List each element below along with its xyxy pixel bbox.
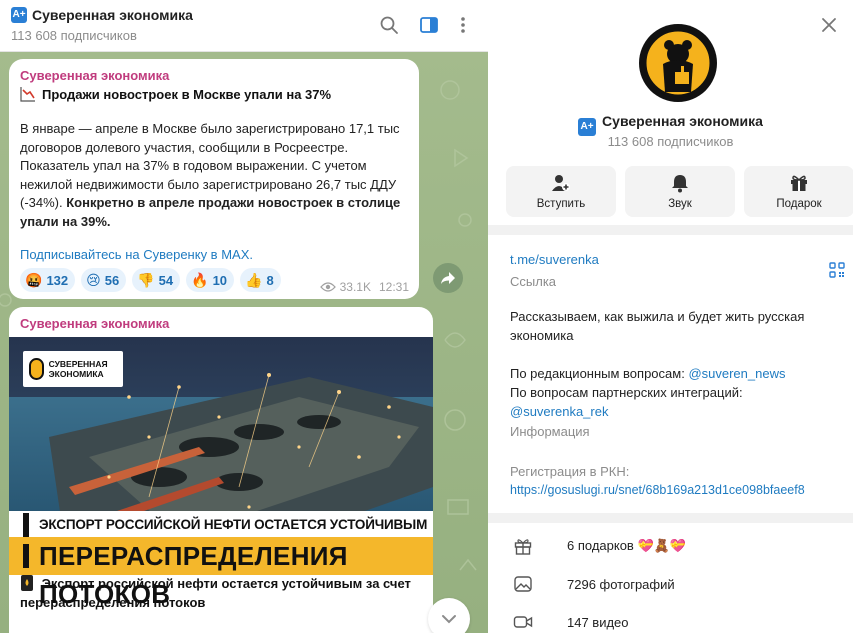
- image-channel-tag: СУВЕРЕННАЯ ЭКОНОМИКА: [23, 351, 123, 387]
- info-label: Информация: [510, 424, 590, 439]
- search-icon: [380, 16, 398, 34]
- channel-name: A+ Суверенная экономика: [488, 113, 853, 136]
- section-divider: [488, 225, 853, 235]
- banner-marker: [23, 544, 29, 568]
- rkn-link[interactable]: https://gosuslugi.ru/snet/68b169a213d1ce…: [510, 483, 805, 497]
- reaction-count: 54: [158, 272, 174, 288]
- more-vertical-icon: [461, 17, 465, 33]
- oil-barrel-icon: [21, 575, 33, 591]
- sound-button[interactable]: Звук: [625, 166, 735, 217]
- qr-code-icon: [829, 262, 845, 278]
- subscriber-count: 113 608 подписчиков: [11, 28, 137, 43]
- videos-row[interactable]: 147 видео: [513, 612, 629, 632]
- message-body: В январе — апреле в Москве было зарегист…: [20, 120, 412, 231]
- close-icon: [822, 18, 836, 32]
- reaction-chip[interactable]: 👎 54: [132, 268, 181, 292]
- channel-title[interactable]: Суверенная экономика: [32, 7, 193, 23]
- photos-count: 7296 фотографий: [567, 576, 675, 592]
- reaction-emoji: 👎: [137, 272, 155, 288]
- message-bubble[interactable]: Суверенная экономика Продажи новостроек …: [9, 59, 419, 299]
- channel-actions: Вступить Звук Подарок: [506, 166, 853, 217]
- channel-link[interactable]: t.me/suverenka: [510, 252, 599, 267]
- scroll-down-button[interactable]: [428, 598, 470, 633]
- gift-icon: [514, 539, 532, 555]
- message-author[interactable]: Суверенная экономика: [20, 68, 169, 83]
- reaction-count: 56: [104, 272, 120, 288]
- gift-button[interactable]: Подарок: [744, 166, 853, 217]
- image-banner-top: ЭКСПОРТ РОССИЙСКОЙ НЕФТИ ОСТАЕТСЯ УСТОЙЧ…: [9, 511, 433, 560]
- add-user-icon: [552, 175, 570, 191]
- sound-label: Звук: [668, 198, 692, 210]
- reaction-chip[interactable]: 👍 8: [240, 268, 281, 292]
- description-text: Рассказываем, как выжила и будет жить ру…: [510, 309, 805, 343]
- partner-handle-link[interactable]: @suverenka_rek: [510, 404, 608, 419]
- reaction-chip[interactable]: 😢 56: [81, 268, 127, 292]
- gift-icon: [791, 175, 807, 191]
- reaction-count: 132: [46, 272, 69, 288]
- message-meta: 33.1K 12:31: [319, 280, 409, 294]
- channel-name-text: Суверенная экономика: [602, 113, 763, 129]
- videos-count: 147 видео: [567, 614, 629, 630]
- reaction-chip[interactable]: 🤬 132: [20, 268, 76, 292]
- reaction-count: 8: [266, 272, 274, 288]
- chart-down-icon: [20, 86, 36, 102]
- reaction-emoji: 🤬: [25, 272, 43, 288]
- section-divider: [488, 513, 853, 523]
- photo-icon: [514, 576, 532, 592]
- reaction-count: 10: [212, 272, 228, 288]
- reaction-emoji: 👍: [245, 272, 263, 288]
- chat-panel: A+ Суверенная экономика 113 608 подписчи…: [0, 0, 488, 633]
- body-bold-text: Конкретно в апреле продажи новостроек в …: [20, 195, 401, 229]
- gift-emojis: 💝🧸💝: [637, 538, 687, 553]
- editorial-label: По редакционным вопросам:: [510, 366, 689, 381]
- message-time: 12:31: [378, 280, 409, 294]
- banner-marker: [23, 513, 29, 537]
- more-options-button[interactable]: [450, 12, 476, 38]
- image-tag-text: СУВЕРЕННАЯ ЭКОНОМИКА: [48, 359, 108, 379]
- close-button[interactable]: [819, 15, 839, 35]
- chevron-down-icon: [442, 615, 456, 624]
- bell-icon: [672, 175, 688, 193]
- search-button[interactable]: [376, 12, 402, 38]
- reactions-bar: 🤬 132 😢 56 👎 54 🔥 10 👍 8: [20, 268, 281, 292]
- subscribe-max-link[interactable]: Подписывайтесь на Суверенку в MAX.: [20, 247, 253, 262]
- share-arrow-icon: [441, 272, 455, 284]
- share-button[interactable]: [433, 263, 463, 293]
- toggle-sidebar-button[interactable]: [416, 12, 442, 38]
- join-button[interactable]: Вступить: [506, 166, 616, 217]
- rkn-label: Регистрация в РКН:: [510, 464, 630, 479]
- gift-label: Подарок: [776, 198, 822, 210]
- message-bubble[interactable]: Суверенная экономика СУВЕРЕННАЯ ЭКОНОМИК…: [9, 307, 433, 633]
- subscriber-count: 113 608 подписчиков: [607, 134, 734, 149]
- headline-text: Экспорт российской нефти остается устойч…: [20, 576, 411, 610]
- sidebar-icon: [420, 17, 438, 33]
- eye-icon: [319, 282, 336, 292]
- channel-info-panel: A+ Суверенная экономика 113 608 подписчик…: [488, 0, 853, 633]
- channel-logo-icon: A+: [11, 7, 27, 23]
- views-count: 33.1K: [339, 280, 371, 294]
- bear-logo-icon: [29, 358, 44, 380]
- views-counter: 33.1K: [319, 280, 371, 294]
- channel-avatar[interactable]: [639, 24, 717, 102]
- reaction-chip[interactable]: 🔥 10: [186, 268, 235, 292]
- gifts-count: 6 подарков: [567, 538, 634, 553]
- editorial-handle-link[interactable]: @suveren_news: [688, 366, 785, 381]
- join-label: Вступить: [536, 198, 586, 210]
- gifts-row[interactable]: 6 подарков 💝🧸💝: [513, 536, 686, 556]
- chat-header: A+ Суверенная экономика 113 608 подписчи…: [0, 0, 488, 52]
- message-author[interactable]: Суверенная экономика: [20, 316, 169, 331]
- link-label: Ссылка: [510, 274, 557, 289]
- image-banner-bottom: ПЕРЕРАСПРЕДЕЛЕНИЯ ПОТОКОВ: [9, 537, 433, 609]
- bear-logo-icon: [643, 28, 713, 98]
- reaction-emoji: 🔥: [191, 272, 209, 288]
- headline-text: Продажи новостроек в Москве упали на 37%: [42, 86, 332, 102]
- qr-code-button[interactable]: [829, 262, 845, 278]
- reaction-emoji: 😢: [86, 272, 101, 288]
- partner-label: По вопросам партнерских интеграций:: [510, 385, 743, 400]
- video-icon: [513, 616, 533, 628]
- photos-row[interactable]: 7296 фотографий: [513, 574, 675, 594]
- channel-description: Рассказываем, как выжила и будет жить ру…: [510, 307, 830, 421]
- message-headline: Продажи новостроек в Москве упали на 37%: [20, 86, 331, 102]
- message-headline: Экспорт российской нефти остается устойч…: [20, 575, 420, 612]
